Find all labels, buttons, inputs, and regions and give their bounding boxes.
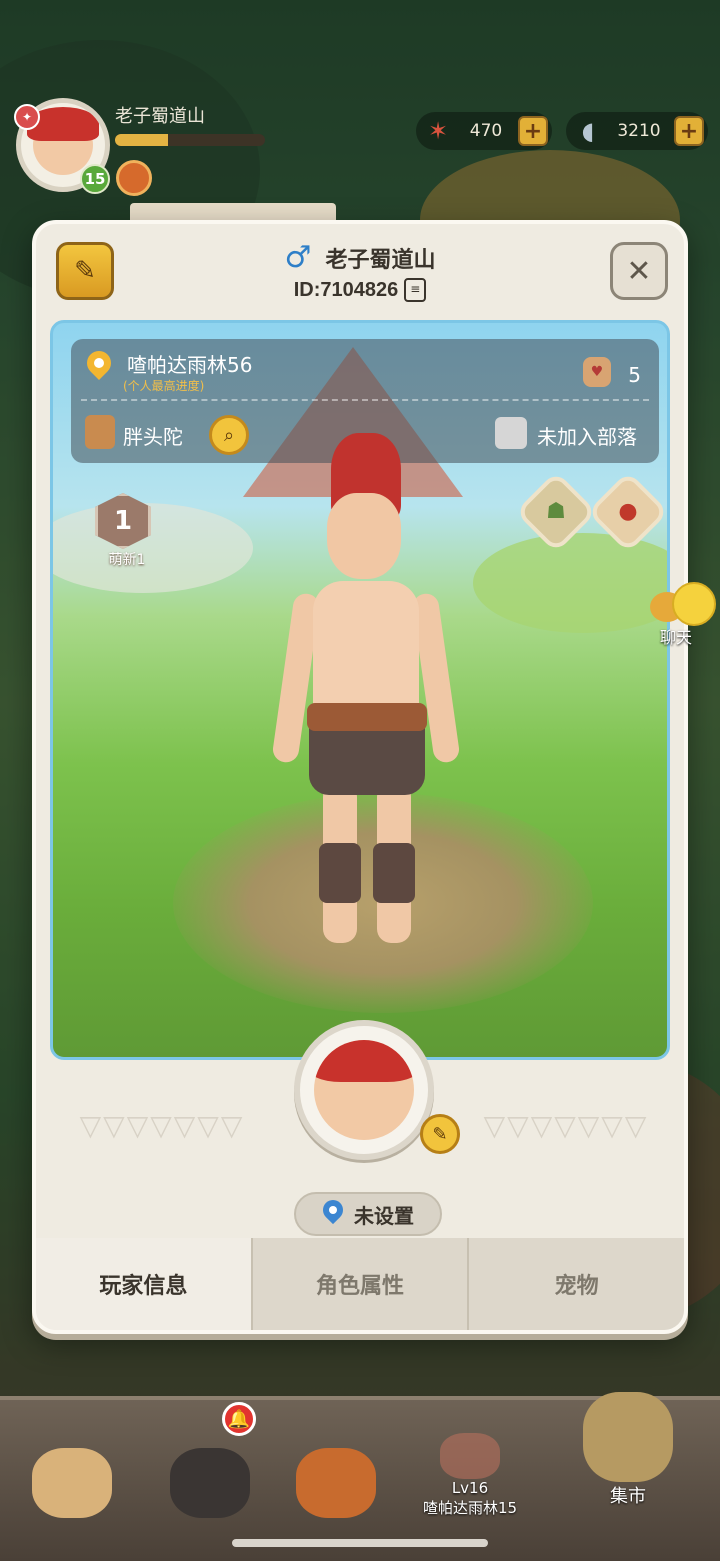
home-indicator[interactable] [232,1539,488,1547]
set-location-label: 未设置 [354,1203,414,1228]
character-boot [373,843,415,903]
exp-bar-fill [115,134,168,146]
tab-character-attributes[interactable]: 角色属性 [250,1238,468,1330]
add-starfish-button[interactable]: + [518,116,548,146]
tribal-pattern-left: ▽▽▽▽▽▽▽ [79,1108,245,1142]
tribe-icon [495,417,527,449]
player-id: ID:7104826 [293,278,399,301]
locked-creature-icon [440,1433,500,1479]
hero-icon [170,1448,250,1518]
character-head [327,493,401,579]
chat-label: 聊天 [660,628,693,647]
character-showcase: 喳帕达雨林56 (个人最高进度) ♥ 5 胖头陀 ⌕ 未加入部落 1 萌新1 ☗… [50,320,670,1060]
exp-bar [115,134,265,146]
shell-value: 3210 [617,121,661,141]
buff-badge-icon[interactable] [116,160,152,196]
tab-player-info[interactable]: 玩家信息 [36,1238,251,1330]
portrait-frame[interactable] [294,1020,434,1160]
totem-icon: ☗ [546,499,566,524]
likes-icon: ♥ [583,357,611,387]
character-belt [307,703,427,731]
rank-label: 萌新1 [108,552,146,568]
dialog-tabs: 玩家信息 角色属性 宠物 [36,1238,684,1330]
copy-icon[interactable]: ≡ [404,278,427,302]
nav-adventure[interactable] [286,1418,386,1518]
location-pin-icon [85,351,113,385]
best-progress-location: 喳帕达雨林56 [127,353,253,377]
best-progress-note: (个人最高进度) [123,379,205,393]
title-icon [85,415,115,449]
nav-market[interactable]: 集市 [578,1378,678,1508]
shell-icon: ◖ [581,117,595,145]
search-icon: ⌕ [223,424,235,446]
set-location-button[interactable]: 未设置 [294,1192,442,1236]
avatar-face [27,107,99,175]
divider [81,399,649,401]
add-shell-button[interactable]: + [674,116,704,146]
player-info-dialog: ✎ ♂ 老子蜀道山 ID:7104826 ≡ ✕ 喳帕达雨林56 (个人最高进度… [32,220,688,1334]
mask-icon [296,1448,376,1518]
close-button[interactable]: ✕ [610,242,668,300]
portrait-face [314,1040,414,1140]
character-skirt [309,725,425,795]
rank-emblem-icon: ✦ [14,104,40,130]
smile-icon [672,582,716,626]
pencil-icon: ✎ [432,1123,448,1145]
player-title: 胖头陀 [123,425,183,449]
locked-level: Lv16 [451,1479,489,1497]
nav-locked[interactable]: Lv16 喳帕达雨林15 [420,1418,520,1518]
character-model [263,433,463,973]
locked-place: 喳帕达雨林15 [422,1499,518,1517]
bell-icon[interactable]: 🔔 [222,1402,256,1436]
tribe-chief-icon [32,1448,112,1518]
market-label: 集市 [610,1486,646,1507]
shell-currency: ◖ 3210 + [566,112,708,150]
chat-button[interactable]: 聊天 [646,582,720,648]
tab-pets[interactable]: 宠物 [467,1238,684,1330]
tribe-status: 未加入部落 [537,425,637,449]
market-totem-icon [583,1392,673,1482]
nav-tribe[interactable] [22,1418,122,1518]
location-pin-icon [322,1200,344,1228]
search-title-button[interactable]: ⌕ [209,415,249,455]
dialog-title: ♂ 老子蜀道山 [36,240,684,275]
dialog-player-name: 老子蜀道山 [325,247,436,273]
meat-icon: ● [618,499,638,524]
likes-count: 5 [628,363,641,387]
starfish-currency: ✶ 470 + [416,112,552,150]
starfish-value: 470 [469,121,503,141]
edit-portrait-button[interactable]: ✎ [420,1114,460,1154]
character-boot [319,843,361,903]
tribal-pattern-right: ▽▽▽▽▽▽▽ [483,1108,649,1142]
male-icon: ♂ [284,240,312,275]
starfish-icon: ✶ [427,117,449,145]
bottom-nav: Lv16 喳帕达雨林15 集市 [0,1392,720,1561]
scene-bush [473,533,667,633]
scene-rock [53,503,253,593]
player-level-badge: 15 [80,164,110,194]
hud-player-name: 老子蜀道山 [115,106,205,127]
player-id-row: ID:7104826 ≡ [36,278,684,302]
